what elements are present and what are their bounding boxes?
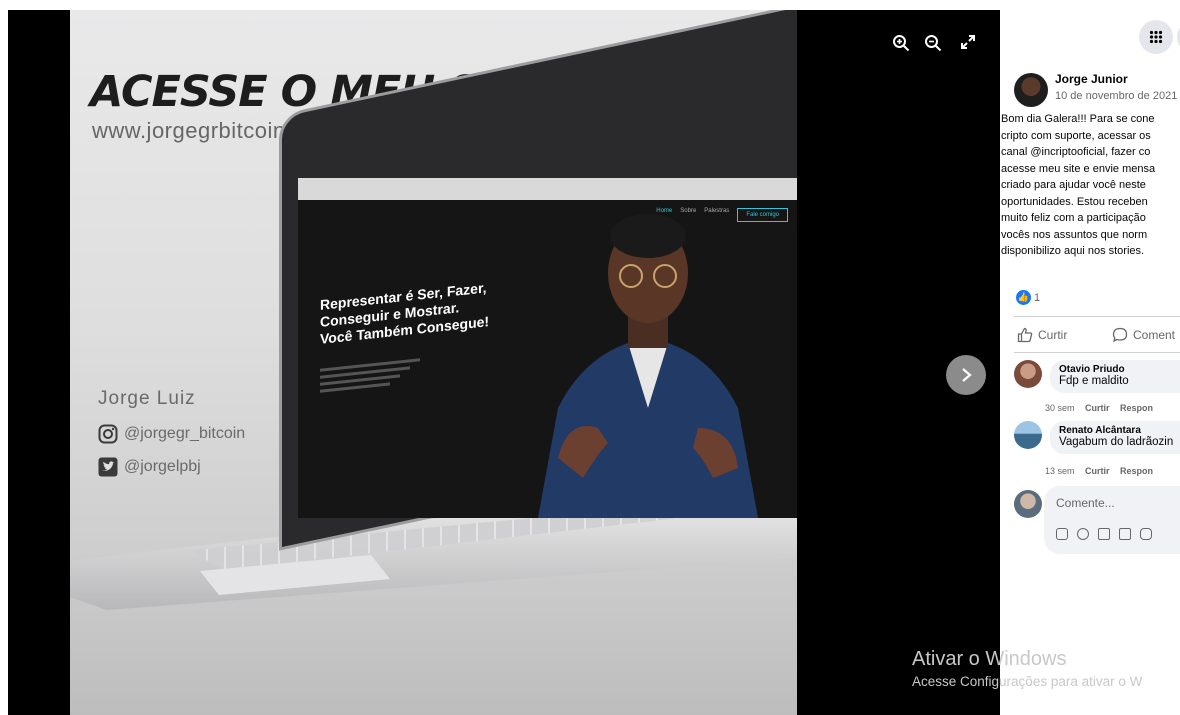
divider [1014, 352, 1180, 353]
zoom-out-button[interactable] [923, 34, 943, 54]
watermark-subtitle: Acesse Configurações para ativar o W [912, 674, 1143, 689]
like-button[interactable]: Curtir [1017, 327, 1067, 343]
site-headline: Representar é Ser, Fazer, Conseguir e Mo… [320, 279, 489, 348]
post-text-line: muito feliz com a participação [1001, 212, 1146, 224]
comment-text: Vagabum do ladrãozin [1059, 436, 1174, 448]
comment-like-link[interactable]: Curtir [1085, 466, 1110, 476]
thumbs-up-icon [1017, 327, 1033, 343]
comment-button-label: Coment [1133, 328, 1176, 342]
post-text-line: Bom dia Galera!!! Para se cone [1001, 113, 1155, 125]
commenter-avatar[interactable] [1014, 421, 1042, 449]
comment-icon [1112, 327, 1128, 343]
post-text-line: acesse meu site e envie mensa [1001, 162, 1156, 175]
zoom-out-icon [925, 35, 942, 52]
comment-like-link[interactable]: Curtir [1085, 403, 1110, 413]
commenter-name[interactable]: Otavio Priudo [1059, 364, 1180, 375]
instagram-handle-text: @jorgegr_bitcoin [124, 425, 246, 442]
photo-name: Jorge Luiz [98, 388, 196, 409]
twitter-icon [98, 457, 118, 477]
comment-text: Fdp e maldito [1059, 375, 1129, 387]
site-quote [320, 357, 430, 393]
commenter-name[interactable]: Renato Alcântara [1059, 425, 1180, 436]
comment-time[interactable]: 13 sem [1045, 466, 1075, 476]
reaction-count: 1 [1034, 291, 1041, 304]
grid-menu-icon [1149, 30, 1163, 44]
comment-bubble: Otavio Priudo Fdp e maldito [1050, 360, 1180, 393]
photo-viewer: ACESSE O MEU SITE! www.jorgegrbitcoin.co… [8, 10, 1000, 715]
divider [1014, 316, 1180, 317]
comment-meta: 30 sem Curtir Respon [1045, 403, 1153, 413]
comment-reply-link[interactable]: Respon [1120, 466, 1153, 476]
sticker-icon[interactable] [1056, 528, 1068, 540]
comment-input[interactable]: Comente... [1056, 496, 1115, 510]
fullscreen-button[interactable] [958, 34, 978, 54]
reaction-summary[interactable]: 👍 1 [1016, 290, 1040, 305]
menu-button[interactable] [1139, 20, 1173, 54]
laptop-screen: Home Sobre Palestras Fale comigo Represe… [298, 178, 797, 518]
post-date[interactable]: 10 de novembro de 2021 [1055, 90, 1177, 102]
comment-meta: 13 sem Curtir Respon [1045, 466, 1153, 476]
emoji-icon[interactable] [1077, 528, 1089, 540]
author-name[interactable]: Jorge Junior [1055, 72, 1128, 86]
camera-icon[interactable] [1098, 528, 1110, 540]
zoom-in-button[interactable] [891, 34, 911, 54]
fullscreen-icon [961, 35, 975, 49]
next-photo-button[interactable] [946, 355, 986, 395]
post-text-line: canal @incriptooficial, fazer co [1001, 146, 1151, 158]
post-photo: ACESSE O MEU SITE! www.jorgegrbitcoin.co… [70, 10, 797, 715]
speaker-image [538, 214, 758, 518]
like-reaction-icon: 👍 [1016, 290, 1031, 305]
comment-bubble: Renato Alcântara Vagabum do ladrãozin [1050, 421, 1180, 454]
post-text-line: disponibilizo aqui nos stories. [1001, 245, 1145, 257]
commenter-avatar[interactable] [1014, 360, 1042, 388]
post-text-line: criado para ajudar você neste [1001, 179, 1146, 191]
comment-button[interactable]: Coment [1112, 327, 1175, 343]
sticker-face-icon[interactable] [1140, 528, 1152, 540]
post-text-line: oportunidades. Estou receben [1001, 195, 1148, 208]
post-sidebar: Jorge Junior 10 de novembro de 2021 Bom … [1000, 0, 1180, 715]
like-button-label: Curtir [1038, 328, 1068, 342]
twitter-handle: @jorgelpbj [98, 457, 201, 477]
instagram-handle: @jorgegr_bitcoin [98, 424, 245, 444]
chevron-right-icon [962, 368, 972, 382]
post-text-line: cripto com suporte, acessar os [1001, 129, 1151, 142]
gif-icon[interactable] [1119, 528, 1131, 540]
twitter-handle-text: @jorgelpbj [124, 458, 201, 475]
zoom-in-icon [893, 35, 910, 52]
instagram-icon [98, 424, 118, 444]
comment-composer[interactable]: Comente... [1044, 486, 1180, 554]
comment-time[interactable]: 30 sem [1045, 403, 1075, 413]
post-text: Bom dia Galera!!! Para se cone cripto co… [1001, 111, 1180, 260]
post-text-line: vocês nos assuntos que norm [1001, 228, 1148, 241]
watermark-title: Ativar o Windows [912, 648, 1067, 670]
windows-activation-watermark: Ativar o Windows Acesse Configurações pa… [912, 648, 1142, 689]
author-avatar[interactable] [1014, 73, 1048, 107]
current-user-avatar [1014, 490, 1042, 518]
composer-toolbar [1056, 528, 1152, 540]
comment-reply-link[interactable]: Respon [1120, 403, 1153, 413]
